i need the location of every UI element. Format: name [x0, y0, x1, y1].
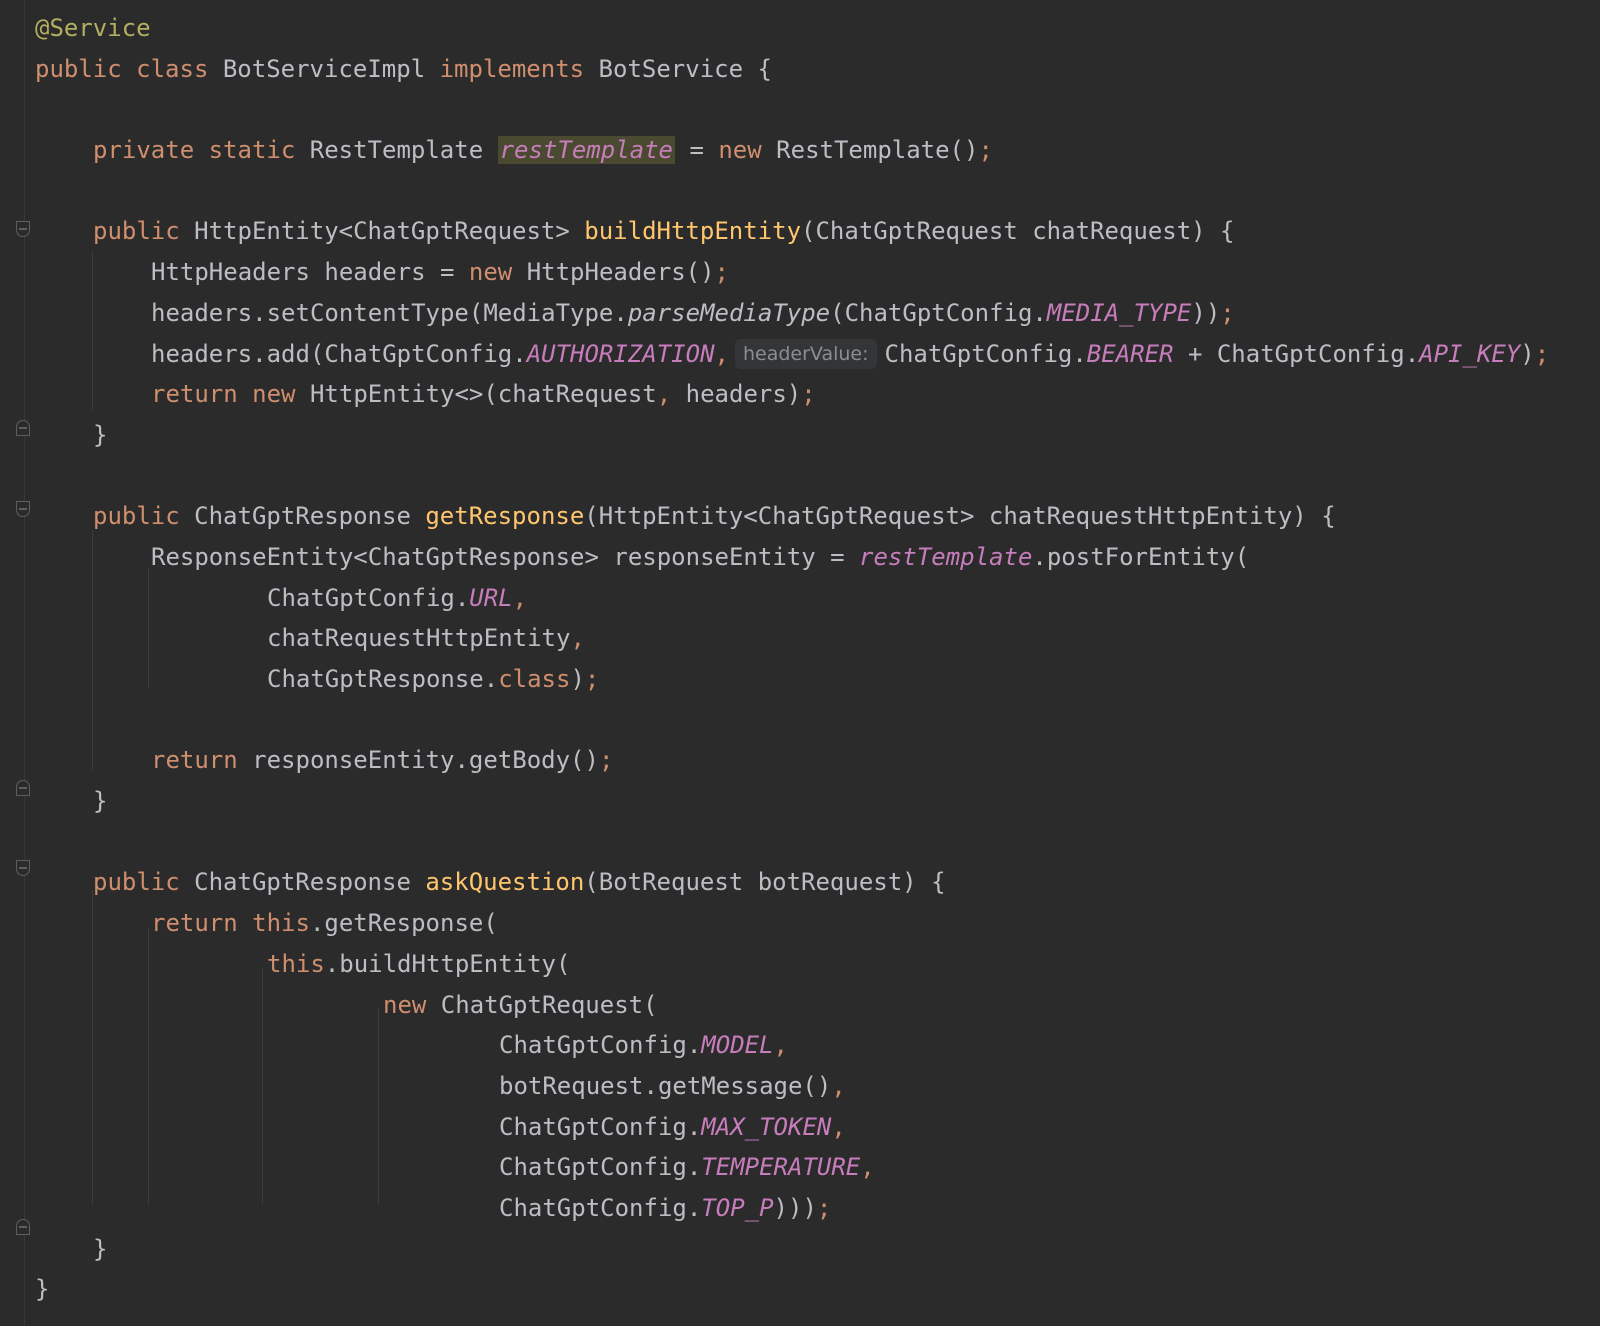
fold-close-icon[interactable]	[16, 420, 30, 436]
code-line: public class BotServiceImpl implements B…	[35, 54, 772, 83]
parameter-hint: headerValue:	[734, 338, 877, 369]
code-line: return responseEntity.getBody();	[151, 746, 614, 775]
code-line: public HttpEntity<ChatGptRequest> buildH…	[93, 217, 1235, 246]
code-line: chatRequestHttpEntity,	[267, 624, 585, 653]
code-line: }	[93, 420, 108, 449]
code-line: }	[35, 1275, 50, 1304]
code-line: }	[93, 787, 108, 816]
code-line: public ChatGptResponse askQuestion(BotRe…	[93, 868, 946, 897]
code-line: ResponseEntity<ChatGptResponse> response…	[151, 542, 1250, 571]
code-line: new ChatGptRequest(	[383, 990, 658, 1019]
highlighted-identifier[interactable]: restTemplate	[497, 136, 675, 165]
code-line: ChatGptConfig.MODEL,	[499, 1031, 788, 1060]
code-line: HttpHeaders headers = new HttpHeaders();	[151, 258, 729, 287]
code-line: ChatGptConfig.MAX_TOKEN,	[499, 1112, 846, 1141]
code-line: headers.setContentType(MediaType.parseMe…	[151, 298, 1235, 327]
code-line: ChatGptConfig.URL,	[267, 583, 528, 612]
code-line: public ChatGptResponse getResponse(HttpE…	[93, 502, 1336, 531]
code-line: return this.getResponse(	[151, 909, 498, 938]
code-line: ChatGptResponse.class);	[267, 665, 600, 693]
fold-close-icon[interactable]	[16, 780, 30, 796]
fold-open-icon[interactable]	[16, 501, 30, 517]
code-area[interactable]: @Service public class BotServiceImpl imp…	[35, 8, 1600, 1310]
code-line: return new HttpEntity<>(chatRequest, hea…	[151, 380, 816, 409]
fold-open-icon[interactable]	[16, 860, 30, 876]
code-line: ChatGptConfig.TEMPERATURE,	[499, 1153, 875, 1182]
code-line: }	[93, 1234, 108, 1263]
code-line: headers.add(ChatGptConfig.AUTHORIZATION,…	[151, 338, 1550, 369]
editor-gutter	[0, 0, 25, 1326]
code-line: botRequest.getMessage(),	[499, 1071, 846, 1100]
fold-close-icon[interactable]	[16, 1219, 30, 1235]
code-line: this.buildHttpEntity(	[267, 949, 571, 978]
code-line: @Service	[35, 14, 151, 42]
code-line: ChatGptConfig.TOP_P)));	[499, 1193, 832, 1222]
fold-open-icon[interactable]	[16, 221, 30, 237]
code-line: private static RestTemplate restTemplate…	[93, 136, 993, 165]
code-editor[interactable]: @Service public class BotServiceImpl imp…	[0, 0, 1600, 1326]
